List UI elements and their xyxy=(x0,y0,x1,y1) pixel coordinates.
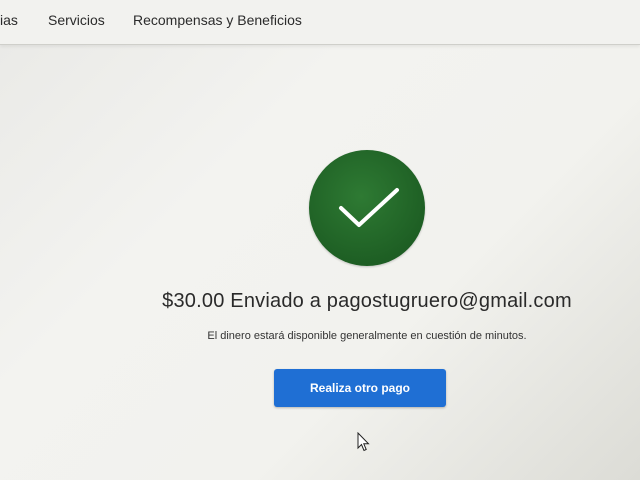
availability-note: El dinero estará disponible generalmente… xyxy=(207,330,527,342)
payment-sent-message: $30.00 Enviado a pagostugruero@gmail.com xyxy=(162,290,572,312)
nav-item-servicios[interactable]: Servicios xyxy=(48,12,105,28)
nav-item-recompensas[interactable]: Recompensas y Beneficios xyxy=(133,12,302,28)
nav-item-cuentas[interactable]: ias xyxy=(0,12,18,28)
mouse-cursor-icon xyxy=(357,432,370,452)
check-icon xyxy=(339,188,399,227)
page-background: ias Servicios Recompensas y Beneficios $… xyxy=(0,0,640,480)
top-navigation-bar: ias Servicios Recompensas y Beneficios xyxy=(0,0,640,45)
success-status-circle xyxy=(309,150,425,266)
another-payment-button[interactable]: Realiza otro pago xyxy=(274,369,446,407)
